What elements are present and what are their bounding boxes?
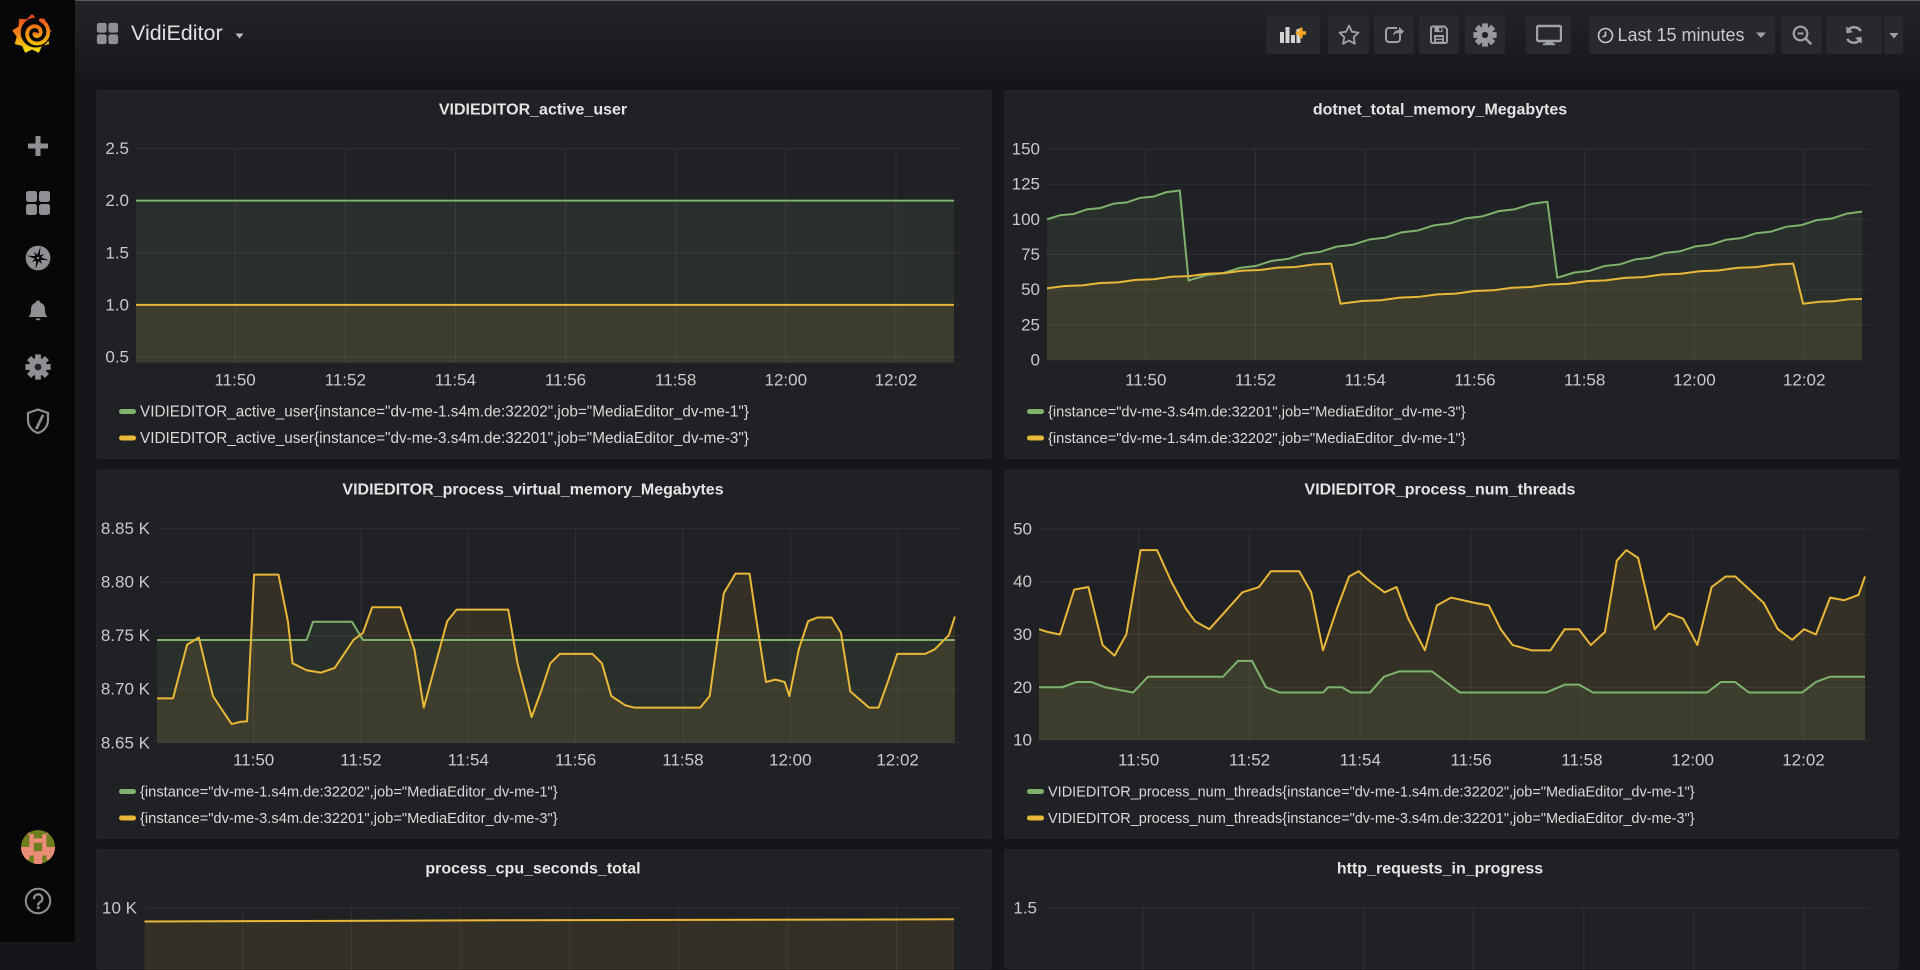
svg-text:11:54: 11:54 [1345,371,1386,390]
svg-text:dotnet_total_memory_Megabytes: dotnet_total_memory_Megabytes [1313,102,1567,119]
svg-text:11:56: 11:56 [555,751,596,770]
svg-text:0: 0 [1031,351,1040,370]
svg-text:VIDIEDITOR_process_virtual_mem: VIDIEDITOR_process_virtual_memory_Megaby… [342,482,723,499]
svg-text:12:02: 12:02 [876,751,919,770]
svg-text:1.0: 1.0 [105,295,129,314]
svg-text:process_cpu_seconds_total: process_cpu_seconds_total [425,861,640,878]
svg-text:11:56: 11:56 [1450,751,1491,770]
svg-text:50: 50 [1013,520,1032,539]
svg-text:12:00: 12:00 [1673,371,1716,390]
svg-text:125: 125 [1012,175,1040,194]
svg-text:11:50: 11:50 [214,371,255,390]
svg-text:25: 25 [1021,315,1040,334]
svg-text:11:52: 11:52 [340,751,381,770]
svg-text:2.0: 2.0 [105,191,129,210]
svg-text:11:54: 11:54 [1340,751,1381,770]
svg-text:11:56: 11:56 [1454,371,1495,390]
svg-text:8.75 K: 8.75 K [101,626,151,645]
svg-text:10: 10 [1013,731,1032,750]
svg-text:8.70 K: 8.70 K [101,680,151,699]
svg-text:11:50: 11:50 [1125,371,1166,390]
svg-text:http_requests_in_progress: http_requests_in_progress [1337,861,1543,878]
svg-text:11:54: 11:54 [435,371,476,390]
svg-text:12:02: 12:02 [1782,751,1825,770]
svg-text:12:00: 12:00 [765,371,808,390]
svg-text:1.5: 1.5 [105,243,129,262]
svg-text:40: 40 [1013,572,1032,591]
svg-text:12:00: 12:00 [1671,751,1714,770]
svg-text:12:00: 12:00 [769,751,812,770]
svg-text:1.5: 1.5 [1013,899,1037,918]
svg-text:100: 100 [1012,210,1040,229]
svg-text:11:52: 11:52 [1229,751,1270,770]
svg-text:11:50: 11:50 [1118,751,1159,770]
svg-text:11:56: 11:56 [545,371,586,390]
svg-text:20: 20 [1013,678,1032,697]
svg-text:VIDIEDITOR_active_user: VIDIEDITOR_active_user [439,102,627,119]
svg-text:VIDIEDITOR_active_user{instanc: VIDIEDITOR_active_user{instance="dv-me-1… [140,404,749,421]
svg-text:11:54: 11:54 [448,751,489,770]
svg-text:{instance="dv-me-1.s4m.de:3220: {instance="dv-me-1.s4m.de:32202",job="Me… [1048,431,1466,447]
svg-text:VIDIEDITOR_process_num_threads: VIDIEDITOR_process_num_threads{instance=… [1048,811,1695,827]
svg-text:VIDIEDITOR_process_num_threads: VIDIEDITOR_process_num_threads [1305,482,1576,499]
svg-text:{instance="dv-me-1.s4m.de:3220: {instance="dv-me-1.s4m.de:32202",job="Me… [140,785,558,801]
svg-text:12:02: 12:02 [875,371,918,390]
svg-text:12:02: 12:02 [1783,371,1826,390]
svg-text:VIDIEDITOR_active_user{instanc: VIDIEDITOR_active_user{instance="dv-me-3… [140,430,749,447]
svg-text:11:58: 11:58 [655,371,696,390]
svg-text:11:50: 11:50 [233,751,274,770]
svg-text:11:58: 11:58 [1561,751,1602,770]
svg-text:50: 50 [1021,280,1040,299]
svg-text:11:52: 11:52 [1235,371,1276,390]
svg-text:11:58: 11:58 [1564,371,1605,390]
svg-text:8.80 K: 8.80 K [101,573,151,592]
svg-text:10 K: 10 K [102,899,138,918]
svg-text:30: 30 [1013,625,1032,644]
svg-text:11:58: 11:58 [662,751,703,770]
svg-text:VIDIEDITOR_process_num_threads: VIDIEDITOR_process_num_threads{instance=… [1048,785,1695,801]
svg-text:150: 150 [1012,140,1040,159]
svg-text:75: 75 [1021,245,1040,264]
svg-text:8.65 K: 8.65 K [101,733,151,752]
svg-text:0.5: 0.5 [105,348,129,367]
svg-text:11:52: 11:52 [325,371,366,390]
svg-text:2.5: 2.5 [105,139,129,158]
svg-text:{instance="dv-me-3.s4m.de:3220: {instance="dv-me-3.s4m.de:32201",job="Me… [140,811,558,827]
svg-text:{instance="dv-me-3.s4m.de:3220: {instance="dv-me-3.s4m.de:32201",job="Me… [1048,405,1466,421]
svg-text:8.85 K: 8.85 K [101,519,151,538]
